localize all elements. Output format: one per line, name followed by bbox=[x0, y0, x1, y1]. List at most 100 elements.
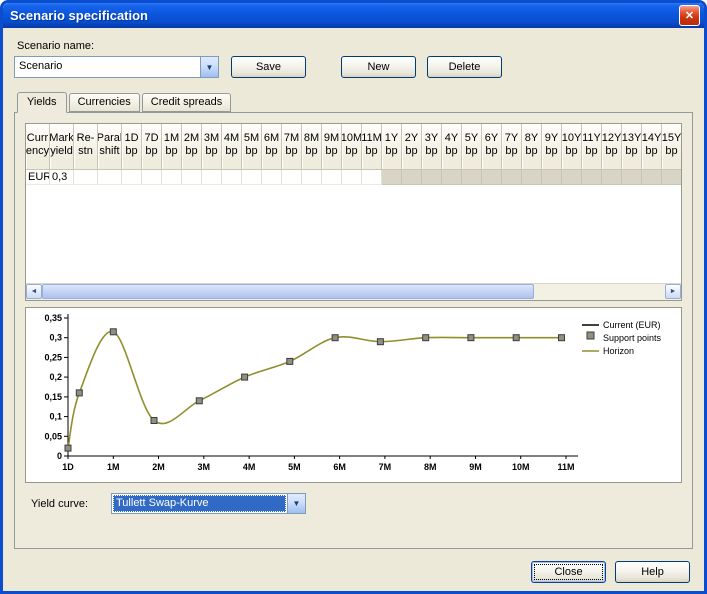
window-title: Scenario specification bbox=[10, 8, 679, 23]
grid-cell[interactable] bbox=[542, 170, 562, 185]
yield-curve-row: Yield curve: Tullett Swap-Kurve ▼ bbox=[25, 493, 682, 514]
grid-column-header: 3Ybp bbox=[422, 124, 442, 170]
scenario-combobox-value: Scenario bbox=[15, 57, 200, 77]
grid-cell[interactable]: EUR bbox=[26, 170, 50, 185]
grid-cell[interactable] bbox=[242, 170, 262, 185]
help-button[interactable]: Help bbox=[615, 561, 690, 583]
svg-text:Horizon: Horizon bbox=[603, 346, 634, 356]
yield-curve-value: Tullett Swap-Kurve bbox=[113, 495, 286, 512]
grid-cell[interactable] bbox=[122, 170, 142, 185]
tab-currencies[interactable]: Currencies bbox=[69, 93, 140, 112]
scrollbar-thumb[interactable] bbox=[42, 284, 534, 299]
grid-cell[interactable] bbox=[74, 170, 98, 185]
delete-button[interactable]: Delete bbox=[427, 56, 502, 78]
svg-text:6M: 6M bbox=[333, 462, 346, 472]
svg-text:0,25: 0,25 bbox=[44, 352, 62, 362]
svg-text:0,35: 0,35 bbox=[44, 313, 62, 323]
yields-tab-panel: CurrencyMarkyieldRe-stnParalshift1Dbp7Db… bbox=[14, 112, 693, 549]
grid-column-header: 9Mbp bbox=[322, 124, 342, 170]
grid-cell[interactable] bbox=[362, 170, 382, 185]
yield-curve-combobox[interactable]: Tullett Swap-Kurve ▼ bbox=[111, 493, 306, 514]
grid-cell[interactable] bbox=[402, 170, 422, 185]
chevron-down-icon[interactable]: ▼ bbox=[200, 57, 218, 77]
titlebar: Scenario specification ✕ bbox=[3, 3, 704, 28]
tab-credit-spreads[interactable]: Credit spreads bbox=[142, 93, 232, 112]
dialog-footer: Close Help bbox=[14, 561, 693, 583]
grid-cell[interactable] bbox=[162, 170, 182, 185]
scroll-left-icon[interactable]: ◄ bbox=[26, 284, 42, 299]
grid-cell[interactable] bbox=[342, 170, 362, 185]
yields-table: CurrencyMarkyieldRe-stnParalshift1Dbp7Db… bbox=[25, 123, 682, 301]
grid-cell[interactable] bbox=[382, 170, 402, 185]
scroll-right-icon[interactable]: ► bbox=[665, 284, 681, 299]
save-button[interactable]: Save bbox=[231, 56, 306, 78]
scenario-controls: Scenario ▼ Save New Delete bbox=[14, 56, 693, 78]
grid-column-header: 9Ybp bbox=[542, 124, 562, 170]
grid-cell[interactable] bbox=[582, 170, 602, 185]
new-button[interactable]: New bbox=[341, 56, 416, 78]
grid-column-header: 4Mbp bbox=[222, 124, 242, 170]
grid-column-header: 6Ybp bbox=[482, 124, 502, 170]
tab-yields[interactable]: Yields bbox=[17, 92, 67, 113]
grid-column-header: 15Ybp bbox=[662, 124, 681, 170]
grid-column-header: 3Mbp bbox=[202, 124, 222, 170]
chevron-down-icon[interactable]: ▼ bbox=[287, 494, 305, 513]
svg-text:7M: 7M bbox=[379, 462, 392, 472]
grid-cell[interactable] bbox=[262, 170, 282, 185]
grid-cell[interactable] bbox=[182, 170, 202, 185]
grid-column-header: 14Ybp bbox=[642, 124, 662, 170]
grid-cell[interactable] bbox=[222, 170, 242, 185]
grid-column-header: 13Ybp bbox=[622, 124, 642, 170]
grid-cell[interactable] bbox=[322, 170, 342, 185]
svg-text:3M: 3M bbox=[198, 462, 211, 472]
close-button[interactable]: Close bbox=[531, 561, 606, 583]
grid-column-header: 2Mbp bbox=[182, 124, 202, 170]
grid-cell[interactable] bbox=[522, 170, 542, 185]
yield-curve-label: Yield curve: bbox=[31, 498, 111, 510]
svg-text:0,05: 0,05 bbox=[44, 431, 62, 441]
grid-cell[interactable] bbox=[622, 170, 642, 185]
grid-row: EUR0,3 bbox=[26, 170, 681, 185]
grid-cell[interactable] bbox=[302, 170, 322, 185]
svg-text:11M: 11M bbox=[557, 462, 574, 472]
grid-cell[interactable] bbox=[202, 170, 222, 185]
svg-text:10M: 10M bbox=[512, 462, 530, 472]
grid-cell[interactable] bbox=[602, 170, 622, 185]
grid-cell[interactable] bbox=[662, 170, 681, 185]
horizontal-scrollbar[interactable]: ◄ ► bbox=[26, 283, 681, 300]
grid-column-header: 1Dbp bbox=[122, 124, 142, 170]
grid-body: EUR0,3 bbox=[26, 170, 681, 283]
grid-column-header: 8Mbp bbox=[302, 124, 322, 170]
grid-cell[interactable] bbox=[442, 170, 462, 185]
grid-cell[interactable] bbox=[422, 170, 442, 185]
svg-text:0,15: 0,15 bbox=[44, 392, 62, 402]
svg-text:4M: 4M bbox=[243, 462, 256, 472]
grid-cell[interactable] bbox=[142, 170, 162, 185]
grid-column-header: Markyield bbox=[50, 124, 74, 170]
svg-text:8M: 8M bbox=[424, 462, 437, 472]
grid-column-header: 5Ybp bbox=[462, 124, 482, 170]
grid-column-header: 2Ybp bbox=[402, 124, 422, 170]
svg-text:0,2: 0,2 bbox=[49, 372, 62, 382]
grid-cell[interactable]: 0,3 bbox=[50, 170, 74, 185]
svg-text:Current (EUR): Current (EUR) bbox=[603, 320, 661, 330]
grid-column-header: 10Mbp bbox=[342, 124, 362, 170]
grid-column-header: 11Ybp bbox=[582, 124, 602, 170]
grid-cell[interactable] bbox=[482, 170, 502, 185]
grid-cell[interactable] bbox=[282, 170, 302, 185]
scrollbar-track[interactable] bbox=[42, 284, 665, 300]
scenario-name-label: Scenario name: bbox=[17, 40, 693, 52]
tab-bar: Yields Currencies Credit spreads bbox=[14, 92, 693, 112]
grid-column-header: Re-stn bbox=[74, 124, 98, 170]
grid-column-header: 1Ybp bbox=[382, 124, 402, 170]
grid-cell[interactable] bbox=[462, 170, 482, 185]
svg-text:9M: 9M bbox=[469, 462, 482, 472]
grid-cell[interactable] bbox=[502, 170, 522, 185]
svg-text:1M: 1M bbox=[107, 462, 120, 472]
grid-cell[interactable] bbox=[562, 170, 582, 185]
grid-column-header: Paralshift bbox=[98, 124, 122, 170]
scenario-combobox[interactable]: Scenario ▼ bbox=[14, 56, 219, 78]
grid-cell[interactable] bbox=[642, 170, 662, 185]
titlebar-close-button[interactable]: ✕ bbox=[679, 5, 700, 26]
grid-cell[interactable] bbox=[98, 170, 122, 185]
